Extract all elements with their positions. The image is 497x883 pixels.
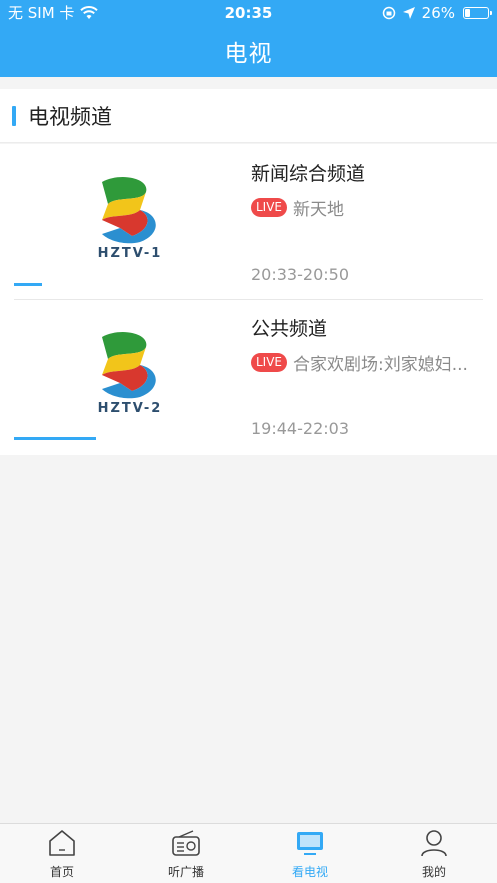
program-time: 20:33-20:50	[251, 265, 349, 284]
program-title: 合家欢剧场:刘家媳妇...	[293, 355, 468, 375]
live-badge: LIVE	[251, 198, 288, 217]
channel-progress-bar	[14, 283, 42, 286]
section-header: 电视频道	[0, 89, 497, 143]
bottom-tab-bar: 首页 听广播 看电视 我的	[0, 823, 497, 883]
tab-label: 看电视	[291, 865, 328, 879]
tab-tv[interactable]: 看电视	[248, 824, 372, 883]
location-icon	[402, 7, 415, 19]
channel-logo-text: HZTV-1	[97, 246, 163, 261]
channel-logo-text: HZTV-2	[97, 401, 163, 416]
channel-logo: HZTV-1	[80, 174, 180, 269]
radio-icon	[172, 830, 200, 856]
tab-label: 听广播	[167, 865, 204, 879]
user-icon	[421, 830, 447, 857]
tv-icon	[297, 832, 323, 855]
channel-progress-bar	[14, 437, 96, 440]
live-program-row: LIVE 合家欢剧场:刘家媳妇...	[251, 350, 481, 375]
channel-name: 公共频道	[251, 318, 328, 340]
battery-icon	[463, 7, 492, 19]
program-title: 新天地	[293, 200, 345, 220]
hztv-logo-icon	[102, 177, 156, 244]
status-bar: 无 SIM 卡 20:35 26%	[0, 0, 497, 26]
app-header: 无 SIM 卡 20:35 26% 电视	[0, 0, 497, 77]
orientation-lock-icon	[382, 6, 395, 20]
tab-radio[interactable]: 听广播	[124, 824, 248, 883]
page-title: 电视	[224, 41, 273, 67]
live-program-row: LIVE 新天地	[251, 195, 481, 220]
hztv-logo-icon	[102, 332, 156, 399]
status-right: 26%	[382, 0, 492, 26]
live-badge: LIVE	[251, 353, 288, 372]
tab-label: 我的	[421, 865, 446, 879]
tab-mine[interactable]: 我的	[372, 824, 496, 883]
tab-home[interactable]: 首页	[0, 824, 124, 883]
tab-label: 首页	[49, 865, 74, 879]
program-time: 19:44-22:03	[251, 419, 349, 438]
channel-list: HZTV-1 新闻综合频道 LIVE 新天地 20:33-20:50 HZTV-…	[0, 144, 497, 455]
home-icon	[49, 830, 75, 856]
battery-level	[465, 9, 470, 17]
channel-item[interactable]: HZTV-1 新闻综合频道 LIVE 新天地 20:33-20:50	[0, 144, 497, 299]
channel-name: 新闻综合频道	[251, 163, 366, 185]
section-title: 电视频道	[28, 105, 112, 129]
section-accent-bar	[12, 106, 16, 126]
channel-item[interactable]: HZTV-2 公共频道 LIVE 合家欢剧场:刘家媳妇... 19:44-22:…	[0, 299, 497, 454]
battery-percent: 26%	[421, 4, 455, 22]
channel-logo: HZTV-2	[80, 329, 180, 424]
